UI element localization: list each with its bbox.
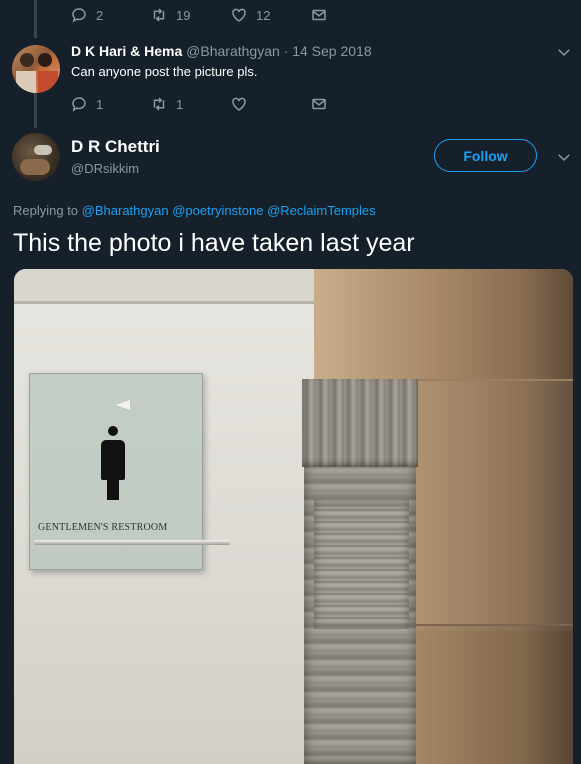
reply-date[interactable]: 14 Sep 2018 <box>292 43 371 59</box>
reply-count: 2 <box>96 7 104 23</box>
reply-icon <box>72 97 86 112</box>
reply-author-name[interactable]: D K Hari & Hema <box>71 43 182 59</box>
chevron-down-icon[interactable] <box>555 148 573 166</box>
replying-to-line: Replying to @Bharathgyan @poetryinstone … <box>13 203 376 218</box>
reply-tweet-text: Can anyone post the picture pls. <box>71 64 258 79</box>
sign-shelf <box>34 540 230 545</box>
dm-icon <box>312 9 326 21</box>
like-count: 12 <box>256 7 271 23</box>
reply-separator: · <box>283 43 289 59</box>
photo-wall-panel <box>414 624 573 764</box>
like-button[interactable] <box>230 95 310 113</box>
like-button[interactable]: 12 <box>230 6 310 24</box>
reply-icon <box>72 8 86 23</box>
chevron-down-icon[interactable] <box>555 43 573 61</box>
reply-button[interactable]: 2 <box>70 6 150 24</box>
dm-icon <box>312 98 326 110</box>
gentleman-figure-icon <box>108 426 118 436</box>
follow-button[interactable]: Follow <box>434 139 537 172</box>
reply-count: 1 <box>96 96 104 112</box>
replying-to-label: Replying to <box>13 203 79 218</box>
avatar-dkhari[interactable] <box>12 45 60 93</box>
main-tweet-text: This the photo i have taken last year <box>13 229 415 257</box>
retweet-button[interactable]: 1 <box>150 95 230 113</box>
retweet-button[interactable]: 19 <box>150 6 230 24</box>
gentleman-legs-icon <box>107 478 119 500</box>
dm-button[interactable] <box>310 6 390 24</box>
top-action-bar: 2 19 12 <box>70 6 390 24</box>
follow-label: Follow <box>463 147 508 164</box>
tweet-photo[interactable]: GENTLEMEN'S RESTROOM <box>14 269 573 764</box>
main-author-name[interactable]: D R Chettri <box>71 137 160 157</box>
reply-tweet-header: D K Hari & Hema @Bharathgyan · 14 Sep 20… <box>71 43 372 59</box>
thread-line-middle <box>34 92 37 128</box>
retweet-count: 19 <box>176 7 191 23</box>
reply-button[interactable]: 1 <box>70 95 150 113</box>
retweet-count: 1 <box>176 96 184 112</box>
avatar-drchettri[interactable] <box>12 133 60 181</box>
dm-button[interactable] <box>310 95 390 113</box>
photo-pillar-mid <box>314 499 409 629</box>
photo-top-band <box>14 269 314 304</box>
sign-text: GENTLEMEN'S RESTROOM <box>38 522 168 533</box>
mention-link[interactable]: @ReclaimTemples <box>267 203 376 218</box>
retweet-icon <box>153 8 165 22</box>
mention-link[interactable]: @Bharathgyan <box>82 203 169 218</box>
retweet-icon <box>153 97 165 111</box>
like-icon <box>232 97 246 111</box>
paper-plane-icon <box>102 400 130 410</box>
photo-wall-panel <box>404 379 573 631</box>
reply-action-bar: 1 1 <box>70 95 390 113</box>
main-author-handle[interactable]: @DRsikkim <box>71 161 139 176</box>
like-icon <box>232 8 246 22</box>
photo-pillar-top <box>302 379 418 467</box>
thread-line-top <box>34 0 37 38</box>
mention-link[interactable]: @poetryinstone <box>172 203 263 218</box>
gentleman-body-icon <box>101 440 125 480</box>
reply-author-handle[interactable]: @Bharathgyan <box>186 43 280 59</box>
